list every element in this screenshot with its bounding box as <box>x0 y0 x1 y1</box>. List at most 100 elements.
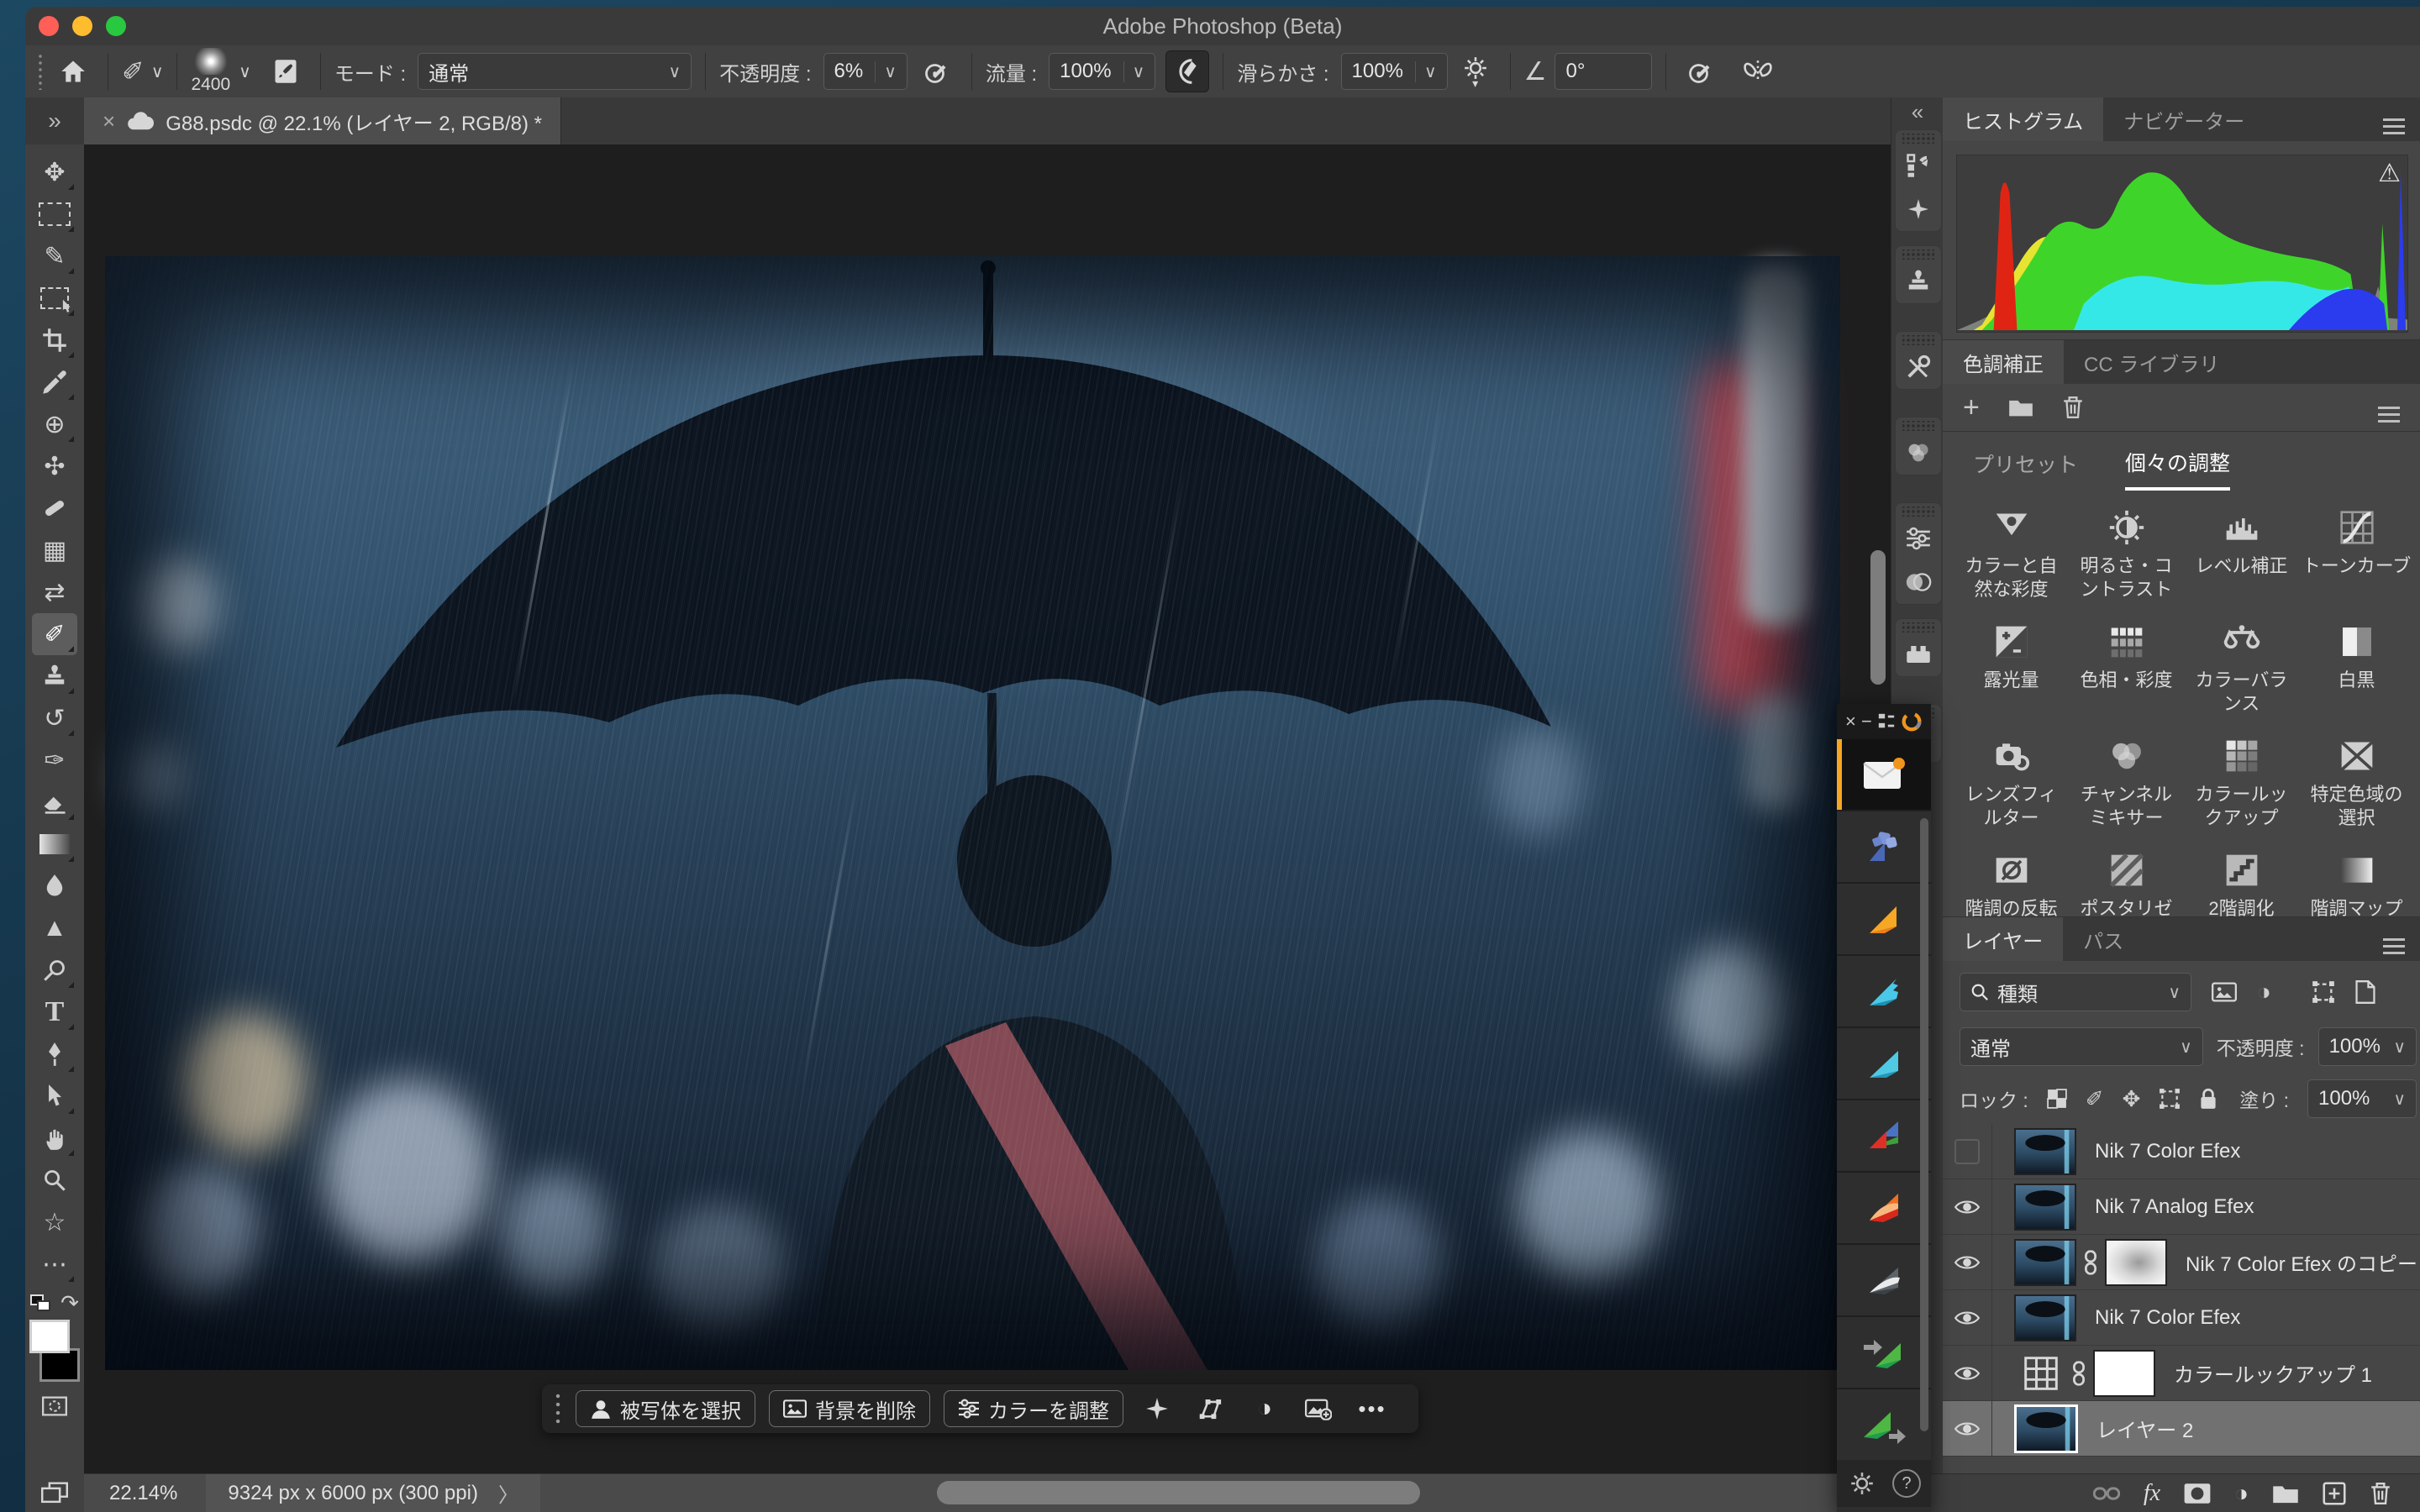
adjustment-color-balance[interactable]: カラーバランス <box>2186 623 2296 716</box>
tool-spot-healing[interactable]: ⊕ <box>32 403 77 445</box>
nik-plugin-hdr-efex[interactable] <box>1837 956 1931 1028</box>
more-options-button[interactable]: ••• <box>1352 1389 1392 1429</box>
tool-move[interactable]: ✥ <box>32 151 77 193</box>
add-image-button[interactable] <box>1298 1389 1339 1429</box>
adjustment-photo-filter[interactable]: レンズフィルター <box>1956 738 2066 830</box>
new-layer-icon[interactable] <box>2323 1482 2346 1505</box>
layer-row[interactable]: Nik 7 Color Efex <box>1943 1124 2420 1179</box>
tool-eyedropper[interactable] <box>32 361 77 403</box>
canvas-horizontal-scrollbar[interactable] <box>937 1481 1420 1504</box>
add-mask-icon[interactable] <box>2184 1483 2211 1504</box>
tool-sharpen[interactable]: ▲ <box>32 907 77 949</box>
tool-gradient[interactable] <box>32 823 77 865</box>
layer-mask-link-icon[interactable] <box>2071 1361 2086 1386</box>
nik-plugin-viveza[interactable] <box>1837 884 1931 956</box>
adjustment-exposure[interactable]: 露光量 <box>1956 623 2066 716</box>
close-tab-icon[interactable]: × <box>103 108 115 134</box>
document-image[interactable] <box>105 256 1840 1370</box>
tab-layers[interactable]: レイヤー <box>1943 917 2063 961</box>
layer-mask-thumbnail[interactable] <box>2105 1239 2167 1286</box>
tool-blur[interactable] <box>32 865 77 907</box>
tool-type[interactable]: T <box>32 991 77 1033</box>
layer-style-icon[interactable]: fx <box>2144 1480 2160 1507</box>
panel-menu-icon[interactable] <box>2383 938 2405 941</box>
subtab-single-adjustments[interactable]: 個々の調整 <box>2125 447 2230 491</box>
adjustment-hue-saturation[interactable]: 色相・彩度 <box>2071 623 2181 716</box>
color-mixer-panel-button[interactable] <box>1896 431 1941 475</box>
airbrush-toggle-button[interactable] <box>1165 50 1209 92</box>
lock-artboard-icon[interactable] <box>2159 1088 2181 1110</box>
tool-hand[interactable] <box>32 1117 77 1159</box>
tool-rectangular-marquee[interactable] <box>32 193 77 235</box>
minimize-window-button[interactable] <box>72 16 92 36</box>
generative-fill-button[interactable] <box>1137 1389 1177 1429</box>
collapse-panels-button[interactable]: « <box>1891 97 1944 126</box>
task-bar-grip[interactable] <box>554 1392 562 1425</box>
trash-icon[interactable] <box>2062 396 2084 419</box>
symmetry-button[interactable] <box>1737 51 1779 92</box>
tool-selection-brush[interactable]: ✎ <box>32 235 77 277</box>
tool-object-selection[interactable] <box>32 277 77 319</box>
filter-image-icon[interactable] <box>2212 982 2237 1002</box>
transform-button[interactable] <box>1191 1389 1231 1429</box>
visibility-toggle[interactable] <box>1943 1179 1992 1234</box>
visibility-toggle[interactable] <box>1943 1401 1992 1456</box>
layer-opacity-input[interactable]: 100% ∨ <box>2318 1027 2417 1066</box>
nik-scrollbar[interactable] <box>1920 818 1928 1431</box>
tool-remove[interactable]: ✣ <box>32 445 77 487</box>
pressure-opacity-button[interactable] <box>916 51 958 92</box>
layer-mask-link-icon[interactable] <box>2083 1250 2098 1275</box>
tool-path-selection[interactable] <box>32 1075 77 1117</box>
filter-smart-object-icon[interactable] <box>2355 980 2375 1004</box>
layer-thumbnail[interactable] <box>2014 1239 2076 1286</box>
zoom-level[interactable]: 22.14% <box>109 1482 177 1505</box>
close-window-button[interactable] <box>39 16 59 36</box>
document-info[interactable]: 9324 px x 6000 px (300 ppi) 〉 <box>206 1474 540 1512</box>
swap-colors-icon[interactable]: ↷ <box>60 1290 79 1316</box>
brush-angle-input[interactable]: 0° <box>1555 53 1652 90</box>
default-colors-icon[interactable] <box>30 1294 52 1313</box>
home-button[interactable] <box>52 51 94 92</box>
nik-gear-icon[interactable] <box>1850 1472 1874 1495</box>
tool-star[interactable]: ☆ <box>32 1201 77 1243</box>
smoothing-input[interactable]: 100% ∨ <box>1341 53 1448 90</box>
canvas-vertical-scrollbar[interactable] <box>1870 550 1886 685</box>
nik-help-icon[interactable]: ? <box>1892 1469 1921 1498</box>
tab-histogram[interactable]: ヒストグラム <box>1943 97 2103 141</box>
layer-row[interactable]: カラールックアップ 1 <box>1943 1346 2420 1401</box>
lut-grid-icon[interactable] <box>2023 1355 2060 1392</box>
tool-content-aware-move[interactable]: ⇄ <box>32 571 77 613</box>
select-subject-button[interactable]: 被写体を選択 <box>576 1390 755 1427</box>
tool-preset-picker[interactable]: ✐ ∨ <box>122 55 163 87</box>
nik-plugin-mail[interactable] <box>1837 739 1931 811</box>
add-adjustment-icon[interactable]: + <box>1963 391 1980 424</box>
adjustment-black-white[interactable]: 白黒 <box>2302 623 2412 716</box>
filter-adjustment-icon[interactable]: ◑ <box>2257 979 2271 1005</box>
layer-thumbnail[interactable] <box>2014 1294 2076 1341</box>
tool-pen[interactable] <box>32 1033 77 1075</box>
nik-titlebar[interactable]: × − <box>1837 704 1931 739</box>
nik-plugin-color-efex-cyan[interactable] <box>1837 1028 1931 1100</box>
opacity-input[interactable]: 6% ∨ <box>823 53 908 90</box>
adjustment-brightness-contrast[interactable]: 明るさ・コントラスト <box>2071 509 2181 601</box>
delete-layer-icon[interactable] <box>2370 1482 2391 1505</box>
tool-more[interactable]: ⋯ <box>32 1243 77 1285</box>
adjustment-levels[interactable]: レベル補正 <box>2186 509 2296 601</box>
layer-row[interactable]: Nik 7 Analog Efex <box>1943 1179 2420 1235</box>
layer-row[interactable]: Nik 7 Color Efex のコピー <box>1943 1235 2420 1290</box>
lock-pixels-icon[interactable]: ✐ <box>2086 1086 2104 1112</box>
adjustments-panel-button[interactable] <box>1896 517 1941 560</box>
adjustment-color-lookup[interactable]: カラールックアップ <box>2186 738 2296 830</box>
flow-input[interactable]: 100% ∨ <box>1049 53 1155 90</box>
link-layers-icon[interactable] <box>2093 1485 2120 1502</box>
layer-filter-select[interactable]: 種類 ∨ <box>1960 973 2191 1011</box>
history-panel-button[interactable] <box>1896 144 1941 187</box>
foreground-color-chip[interactable] <box>29 1320 70 1353</box>
lock-position-icon[interactable]: ✥ <box>2123 1086 2141 1112</box>
zoom-window-button[interactable] <box>106 16 126 36</box>
nik-minimize-icon[interactable]: − <box>1861 711 1872 732</box>
lock-transparency-icon[interactable] <box>2047 1089 2067 1109</box>
tool-clone-stamp[interactable] <box>32 655 77 697</box>
background-color-chip[interactable] <box>39 1348 80 1382</box>
adjust-color-button[interactable]: カラーを調整 <box>944 1390 1123 1427</box>
